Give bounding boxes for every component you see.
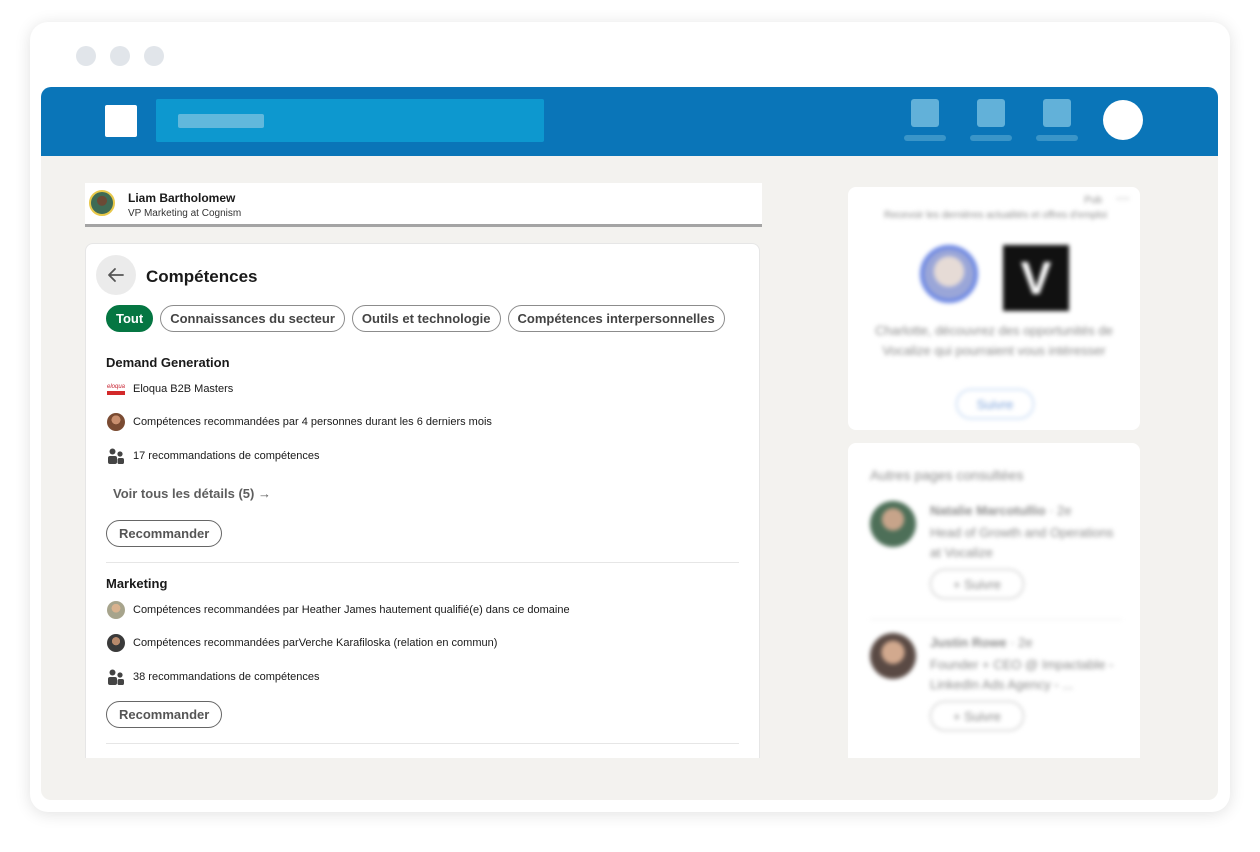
skill-detail-row: Compétences recommandées par Heather Jam… [106,600,570,620]
skill-detail-row: 17 recommandations de compétences [106,446,320,466]
person-name[interactable]: Justin Rowe · 2e [930,635,1033,650]
arrow-left-icon [108,268,124,282]
people-icon [108,448,124,464]
search-input[interactable] [156,99,544,142]
more-options-icon[interactable]: ⋯ [1116,190,1130,207]
skill-detail-row: Compétences recommandées par 4 personnes… [106,412,492,432]
nav-jobs-icon[interactable] [1043,99,1071,127]
skills-card: Compétences Tout Connaissances du secteu… [85,243,760,758]
show-all-details-link[interactable]: Voir tous les détails (5) → [113,486,271,501]
eloqua-logo-icon: eloqua [106,382,126,396]
skill-detail-row: eloqua Eloqua B2B Masters [106,379,233,399]
people-icon [108,669,124,685]
nav-network-icon[interactable] [977,99,1005,127]
other-pages-title: Autres pages consultées [870,467,1024,483]
profile-avatar[interactable] [89,190,115,216]
person-avatar[interactable] [870,633,916,679]
person-avatar[interactable] [870,501,916,547]
filter-chip-interpersonal[interactable]: Compétences interpersonnelles [507,305,725,332]
window-control-dot[interactable] [110,46,130,66]
skill-detail-text[interactable]: Eloqua B2B Masters [133,383,233,395]
skill-detail-text: 38 recommandations de compétences [133,671,320,683]
skill-detail-row: Compétences recommandées parVerche Karaf… [106,633,497,653]
window-control-dot[interactable] [76,46,96,66]
divider [106,743,739,744]
other-pages-card: Autres pages consultées Natalie Marcotul… [848,443,1140,758]
person-headline: Founder + CEO @ Impactable - LinkedIn Ad… [930,657,1114,692]
filter-chip-all[interactable]: Tout [106,305,154,332]
ad-label: Pub [1084,195,1102,206]
profile-name[interactable]: Liam Bartholomew [128,191,235,205]
nav-home-label [904,135,946,141]
sidebar-ad-card: Pub ⋯ Recevoir les dernières actualités … [848,187,1140,430]
skill-detail-row: 38 recommandations de compétences [106,667,320,687]
ad-subtitle: Recevoir les dernières actualités et off… [884,210,1107,221]
viewer-avatar [920,245,978,303]
endorse-button[interactable]: Recommander [106,520,223,547]
endorser-avatar-icon [107,601,125,619]
page-title: Compétences [146,267,258,286]
follow-button[interactable]: + Suivre [930,569,1024,599]
skill-detail-text: 17 recommandations de compétences [133,450,320,462]
company-logo[interactable]: V [1003,245,1069,311]
top-navigation-bar [41,87,1218,156]
skill-title[interactable]: Demand Generation [106,355,230,370]
profile-role: VP Marketing at Cognism [128,208,242,219]
nav-jobs-label [1036,135,1078,141]
follow-button[interactable]: Suivre [956,389,1034,419]
filter-chip-tools-technology[interactable]: Outils et technologie [351,305,501,332]
skill-title[interactable]: Marketing [106,576,167,591]
ad-text: Charlotte, découvrez des opportunités de… [875,323,1113,358]
app-logo-icon[interactable] [105,105,137,137]
endorse-button[interactable]: Recommander [106,701,223,728]
divider [870,619,1122,620]
filter-chip-industry-knowledge[interactable]: Connaissances du secteur [160,305,345,332]
follow-button[interactable]: + Suivre [930,701,1024,731]
endorser-avatar-icon [107,413,125,431]
window-control-dot[interactable] [144,46,164,66]
back-button[interactable] [96,255,136,295]
nav-network-label [970,135,1012,141]
skill-detail-text: Compétences recommandées par 4 personnes… [133,416,492,428]
sticky-profile-header: Liam Bartholomew VP Marketing at Cognism [85,183,762,227]
person-name[interactable]: Natalie Marcotullio · 2e [930,503,1072,518]
divider [106,562,739,563]
search-placeholder-bar [178,114,264,128]
skill-detail-text: Compétences recommandées par Heather Jam… [133,604,570,616]
nav-home-icon[interactable] [911,99,939,127]
filter-chips: Tout Connaissances du secteur Outils et … [106,305,725,332]
person-headline: Head of Growth and Operations at Vocaliz… [930,525,1114,560]
endorser-avatar-icon [107,634,125,652]
user-avatar[interactable] [1103,100,1143,140]
skill-detail-text: Compétences recommandées parVerche Karaf… [133,637,498,649]
